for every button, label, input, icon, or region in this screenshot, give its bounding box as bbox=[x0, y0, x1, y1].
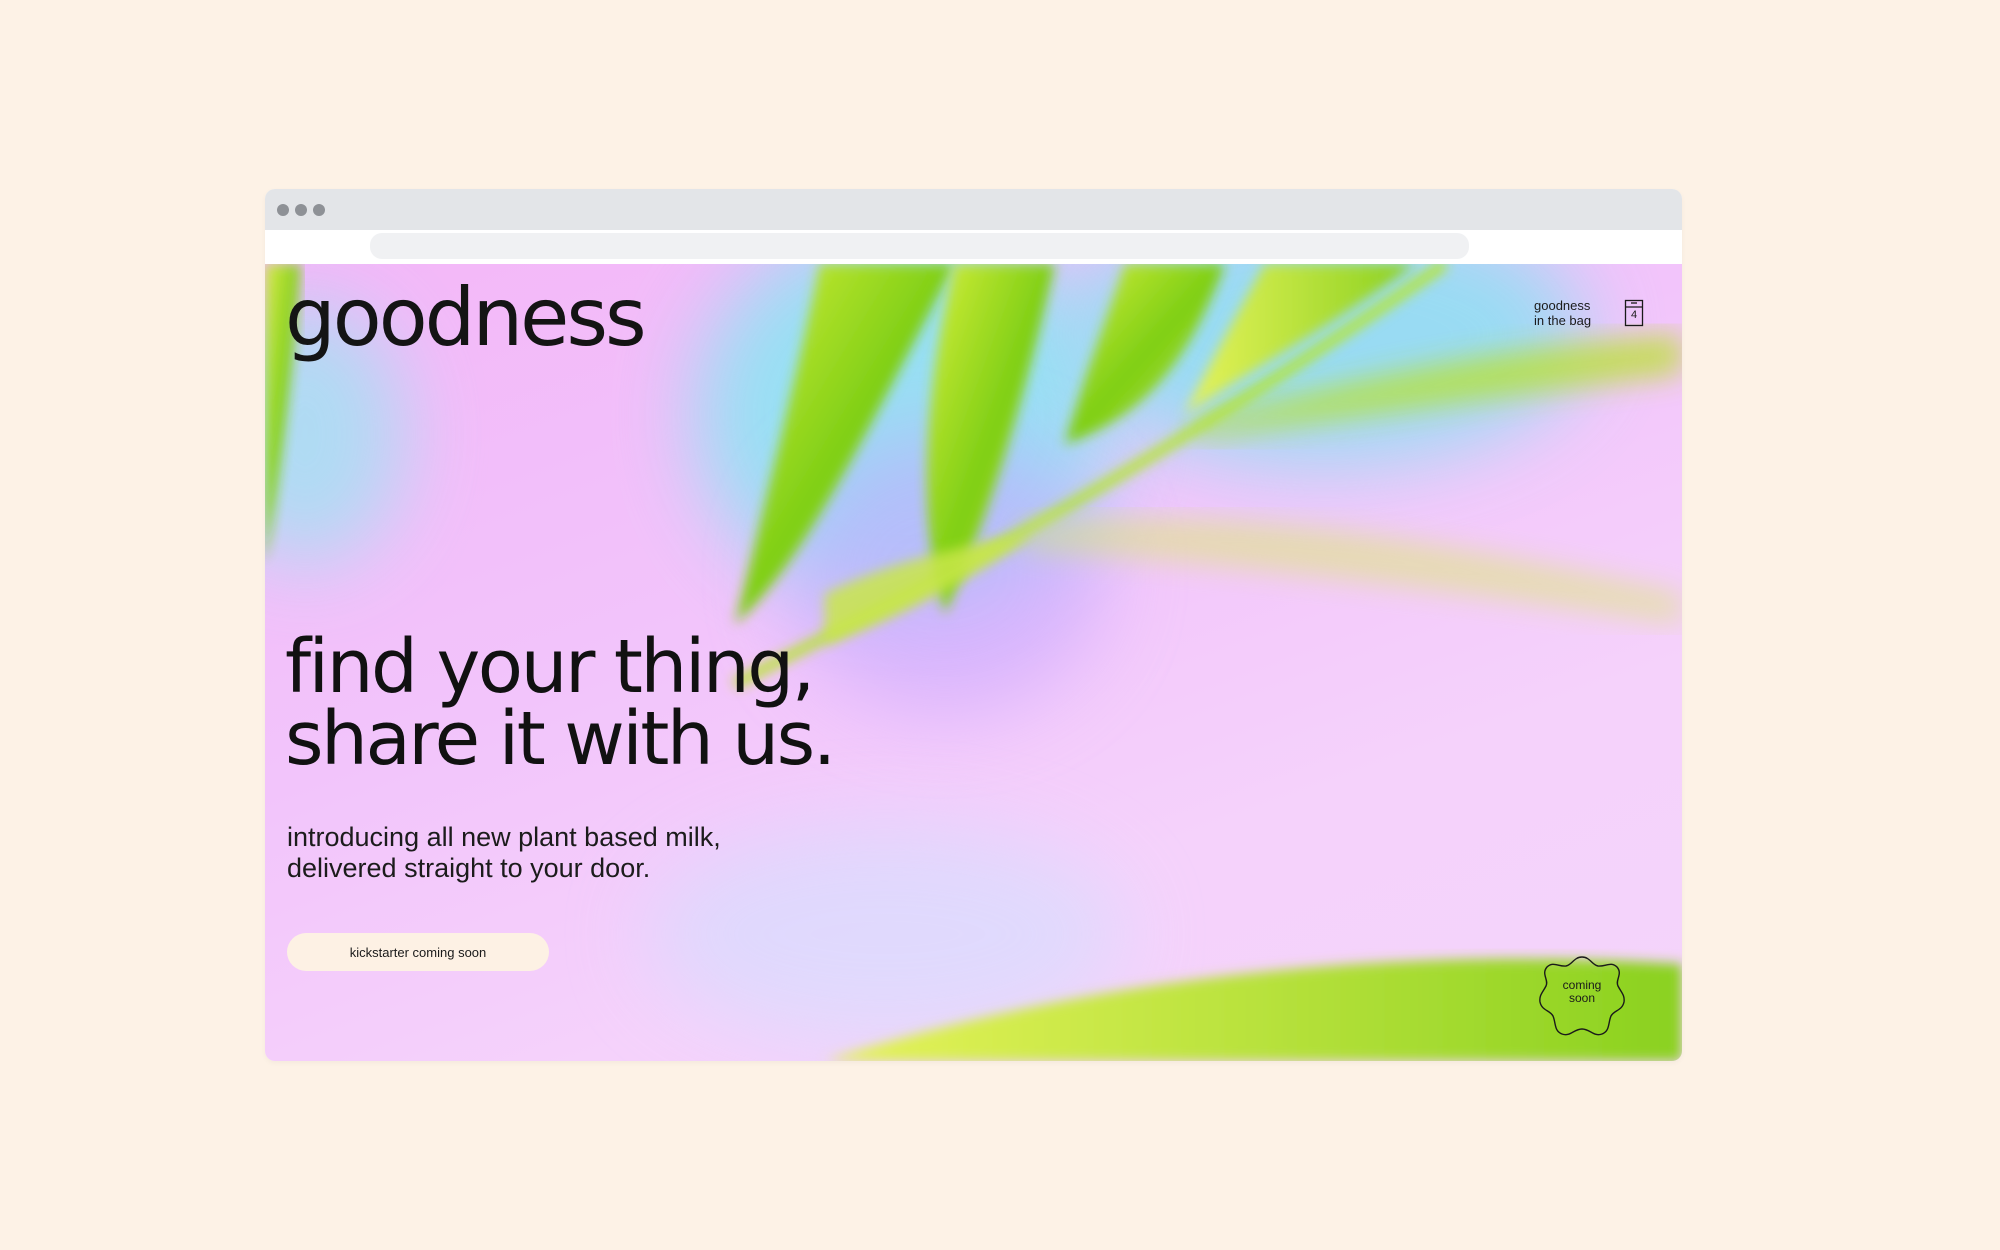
kickstarter-button[interactable]: kickstarter coming soon bbox=[287, 933, 549, 971]
badge-line: soon bbox=[1568, 991, 1596, 1005]
hero-subtext: introducing all new plant based milk, de… bbox=[287, 822, 721, 884]
bag-label-line: goodness bbox=[1534, 298, 1591, 313]
address-bar[interactable] bbox=[370, 233, 1469, 259]
brand-logo[interactable]: goodness bbox=[285, 278, 647, 358]
bag-label-line: in the bag bbox=[1534, 313, 1592, 328]
headline-line: share it with us. bbox=[285, 696, 836, 782]
browser-window: goodness goodness in the bag 4 find your… bbox=[265, 189, 1682, 1061]
hero-section: goodness goodness in the bag 4 find your… bbox=[265, 264, 1682, 1061]
hero-headline: find your thing, share it with us. bbox=[285, 624, 836, 782]
leaf-blade bbox=[1065, 264, 1225, 444]
window-control-dot[interactable] bbox=[277, 204, 289, 216]
leaf-blade bbox=[825, 534, 1035, 644]
badge-text: coming soon bbox=[1538, 979, 1626, 1005]
bag-link[interactable]: goodness in the bag 4 bbox=[1534, 298, 1644, 328]
leaf-blade bbox=[1025, 517, 1682, 624]
window-control-dot[interactable] bbox=[295, 204, 307, 216]
subtext-line: delivered straight to your door. bbox=[287, 853, 651, 883]
coming-soon-badge: coming soon bbox=[1538, 953, 1626, 1037]
subtext-line: introducing all new plant based milk, bbox=[287, 822, 721, 852]
bag-label: goodness in the bag bbox=[1534, 298, 1604, 328]
bag-count: 4 bbox=[1630, 309, 1638, 321]
headline-line: find your thing, bbox=[285, 624, 815, 710]
window-control-dot[interactable] bbox=[313, 204, 325, 216]
browser-toolbar bbox=[265, 230, 1682, 259]
shopping-bag-icon[interactable]: 4 bbox=[1624, 299, 1644, 327]
browser-titlebar bbox=[265, 189, 1682, 230]
